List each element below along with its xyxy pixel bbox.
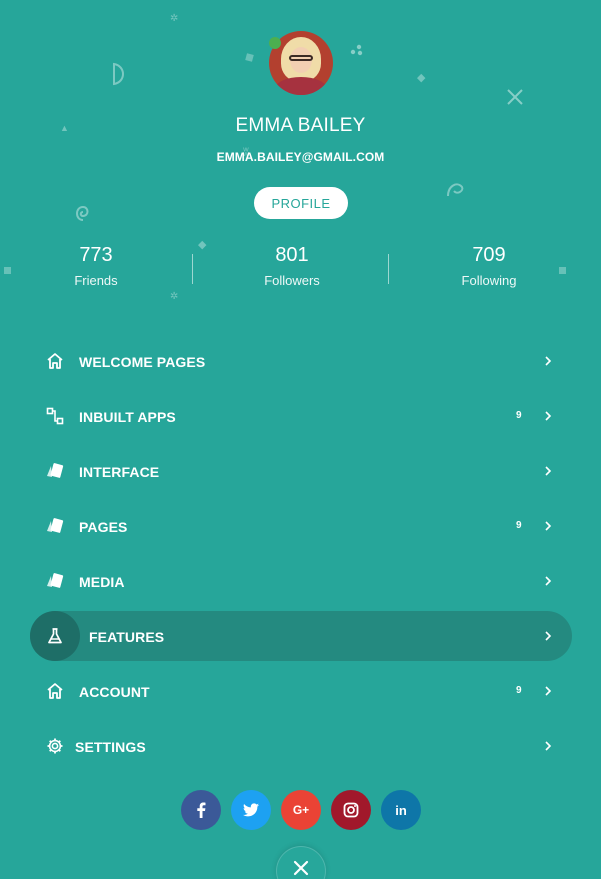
facebook-icon[interactable]: [181, 790, 221, 830]
google-plus-icon[interactable]: G+: [281, 790, 321, 830]
home-icon: [45, 351, 65, 371]
online-status-dot: [269, 37, 281, 49]
cards-icon: [45, 571, 65, 591]
stat-divider: [388, 254, 389, 284]
stat-value: 709: [472, 244, 506, 266]
close-icon: [293, 860, 309, 879]
stat-divider: [192, 254, 193, 284]
close-button[interactable]: [276, 846, 326, 879]
gear-icon: [45, 736, 65, 756]
flask-icon: [45, 626, 65, 646]
menu-item-label: PAGES: [79, 519, 128, 535]
menu-item-interface[interactable]: INTERFACE: [0, 444, 601, 499]
cards-icon: [45, 516, 65, 536]
menu-item-label: INTERFACE: [79, 464, 160, 480]
instagram-icon[interactable]: [331, 790, 371, 830]
chevron-right-icon: [543, 354, 555, 368]
stat-value: 801: [275, 244, 309, 266]
menu-item-label: WELCOME PAGES: [79, 354, 206, 370]
count-badge: 9: [516, 520, 522, 531]
count-badge: 9: [516, 410, 522, 421]
stat-label: Followers: [264, 273, 320, 288]
stat-value: 773: [79, 244, 113, 266]
stat-friends[interactable]: 773 Friends: [36, 244, 156, 288]
chevron-right-icon: [543, 739, 555, 753]
profile-button[interactable]: PROFILE: [254, 187, 348, 219]
menu-item-label: FEATURES: [89, 629, 165, 645]
menu-item-label: INBUILT APPS: [79, 409, 176, 425]
stat-label: Friends: [74, 273, 118, 288]
user-name: EMMA BAILEY: [235, 115, 366, 136]
social-links: G+ in: [0, 790, 601, 830]
apps-icon: [45, 406, 65, 426]
stat-following[interactable]: 709 Following: [429, 244, 549, 288]
menu-item-pages[interactable]: PAGES 9: [0, 499, 601, 554]
twitter-icon[interactable]: [231, 790, 271, 830]
stats-bar: 773 Friends 801 Followers 709 Following: [0, 244, 601, 294]
home-icon: [45, 681, 65, 701]
menu-item-settings[interactable]: SETTINGS: [0, 719, 601, 774]
linkedin-icon[interactable]: in: [381, 790, 421, 830]
menu-item-account[interactable]: ACCOUNT 9: [0, 664, 601, 719]
cards-icon: [45, 461, 65, 481]
chevron-right-icon: [543, 574, 555, 588]
menu-item-inbuilt-apps[interactable]: INBUILT APPS 9: [0, 389, 601, 444]
user-email: EMMA.BAILEY@GMAIL.COM: [216, 150, 385, 164]
menu-item-label: MEDIA: [79, 574, 125, 590]
stat-followers[interactable]: 801 Followers: [232, 244, 352, 288]
menu-item-label: SETTINGS: [75, 739, 146, 755]
chevron-right-icon: [543, 629, 555, 643]
profile-header: EMMA BAILEY EMMA.BAILEY@GMAIL.COM PROFIL…: [0, 0, 601, 300]
chevron-right-icon: [543, 409, 555, 423]
count-badge: 9: [516, 685, 522, 696]
menu-item-features[interactable]: FEATURES: [0, 609, 601, 664]
menu-item-welcome-pages[interactable]: WELCOME PAGES: [0, 334, 601, 389]
stat-label: Following: [461, 273, 517, 288]
chevron-right-icon: [543, 464, 555, 478]
menu-item-media[interactable]: MEDIA: [0, 554, 601, 609]
chevron-right-icon: [543, 684, 555, 698]
menu-item-label: ACCOUNT: [79, 684, 150, 700]
chevron-right-icon: [543, 519, 555, 533]
